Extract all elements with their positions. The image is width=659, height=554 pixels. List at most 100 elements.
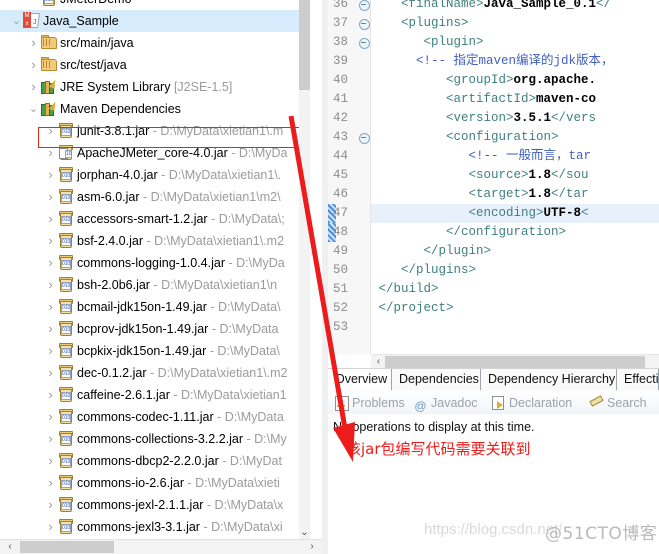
code-token-cmt: <!-- 指定maven编译的jdk版本， bbox=[416, 54, 614, 68]
chevron-right-icon[interactable]: › bbox=[44, 186, 57, 208]
view-tab-bar[interactable]: Problems @ Javadoc Declaration Search bbox=[328, 391, 659, 415]
tree-row[interactable]: 010 JMeterDemo bbox=[0, 0, 310, 10]
tree-row[interactable]: › 010 bcmail-jdk15on-1.49.jar - D:\MyData\ bbox=[0, 296, 310, 318]
fold-toggle-icon[interactable] bbox=[359, 0, 370, 11]
chevron-down-icon[interactable]: ⌄ bbox=[299, 526, 310, 540]
tree-row[interactable]: › 010 commons-collections-3.2.2.jar - D:\M… bbox=[0, 428, 310, 450]
chevron-down-icon[interactable]: ⌄ bbox=[10, 10, 23, 32]
tree-row[interactable]: › JRE System Library [J2SE-1.5] bbox=[0, 76, 310, 98]
editor-horizontal-scroll-thumb[interactable] bbox=[385, 356, 645, 368]
tree-row[interactable]: › 010 junit-3.8.1.jar - D:\MyData\xietian1… bbox=[0, 120, 310, 142]
tree-row-path: D:\MyData\ bbox=[217, 344, 280, 358]
tree-row[interactable]: › 010 commons-codec-1.11.jar - D:\MyData bbox=[0, 406, 310, 428]
package-explorer-panel[interactable]: 010JMeterDemo⌄MxJJava_Sample›src/main/ja… bbox=[0, 0, 322, 554]
chevron-right-icon[interactable]: › bbox=[44, 252, 57, 274]
fold-toggle-icon[interactable] bbox=[359, 38, 370, 49]
tree-row-label: Maven Dependencies bbox=[60, 102, 181, 116]
chevron-right-icon[interactable]: › bbox=[44, 428, 57, 450]
tree-horizontal-scroll-thumb[interactable] bbox=[20, 541, 114, 553]
tree-row[interactable]: › 010 caffeine-2.6.1.jar - D:\MyData\xieti… bbox=[0, 384, 310, 406]
tree-row[interactable]: › 010 commons-jexl-2.1.1.jar - D:\MyData\x bbox=[0, 494, 310, 516]
form-tab-effecti[interactable]: Effecti bbox=[617, 369, 659, 390]
code-line: </build> bbox=[371, 280, 439, 299]
chevron-right-icon[interactable]: › bbox=[44, 516, 57, 538]
tree-row[interactable]: › 010 commons-jexl3-3.1.jar - D:\MyData\xi bbox=[0, 516, 310, 538]
tree-vertical-scroll-thumb[interactable] bbox=[299, 0, 310, 90]
chevron-right-icon[interactable]: › bbox=[44, 472, 57, 494]
tree-row[interactable]: › 010 accessors-smart-1.2.jar - D:\MyData\… bbox=[0, 208, 310, 230]
tree-horizontal-scrollbar[interactable]: ‹ › bbox=[0, 539, 322, 554]
tree-row[interactable]: › 010 commons-io-2.6.jar - D:\MyData\xieti bbox=[0, 472, 310, 494]
editor-horizontal-scrollbar[interactable]: ‹ bbox=[371, 354, 659, 368]
chevron-right-icon[interactable]: › bbox=[27, 32, 40, 54]
chevron-right-icon[interactable]: › bbox=[44, 340, 57, 362]
tree-row-label: ApacheJMeter_core-4.0.jar bbox=[77, 146, 228, 160]
line-number: 52 bbox=[332, 301, 348, 315]
form-tab-dependency-hierarchy[interactable]: Dependency Hierarchy bbox=[481, 369, 617, 390]
form-tab-dependencies[interactable]: Dependencies bbox=[392, 369, 481, 390]
fold-toggle-icon[interactable] bbox=[359, 133, 370, 144]
tree-row[interactable]: › 010 commons-dbcp2-2.2.0.jar - D:\MyDat bbox=[0, 450, 310, 472]
tree-row[interactable]: › 010 bcprov-jdk15on-1.49.jar - D:\MyData bbox=[0, 318, 310, 340]
code-token-tag: <encoding> bbox=[468, 206, 544, 220]
chevron-right-icon[interactable]: › bbox=[44, 494, 57, 516]
code-line: </configuration> bbox=[371, 223, 566, 242]
scroll-left-icon[interactable]: ‹ bbox=[3, 540, 17, 554]
csdn-watermark: https://blog.csdn.net/ bbox=[424, 521, 563, 538]
tree-row-label: commons-jexl-2.1.1.jar bbox=[77, 498, 204, 512]
chevron-right-icon[interactable]: › bbox=[44, 450, 57, 472]
chevron-right-icon[interactable]: › bbox=[27, 76, 40, 98]
view-tab-declaration[interactable]: Declaration bbox=[491, 393, 572, 413]
tree-vertical-scrollbar[interactable] bbox=[299, 0, 310, 540]
xml-source-editor[interactable]: 36 37 38 39 40 41 42 43 44 45 46 47 48 49 50 51 52 53 <fi… bbox=[328, 0, 659, 368]
tree-row[interactable]: › 010 dec-0.1.2.jar - D:\MyData\xietian1\.… bbox=[0, 362, 310, 384]
tree-row[interactable]: › 010 bsh-2.0b6.jar - D:\MyData\xietian1\n bbox=[0, 274, 310, 296]
tree-row[interactable]: › 10 ApacheJMeter_core-4.0.jar - D:\MyDa bbox=[0, 142, 310, 164]
view-tab-problems[interactable]: Problems bbox=[334, 393, 405, 413]
chevron-right-icon[interactable]: › bbox=[44, 362, 57, 384]
chevron-right-icon[interactable]: › bbox=[27, 54, 40, 76]
chevron-right-icon[interactable]: › bbox=[44, 120, 57, 142]
chevron-right-icon[interactable]: › bbox=[44, 384, 57, 406]
form-tab-overview[interactable]: Overview bbox=[328, 369, 392, 390]
line-number: 53 bbox=[332, 320, 348, 334]
fold-toggle-icon[interactable] bbox=[359, 19, 370, 30]
tree-row[interactable]: › src/test/java bbox=[0, 54, 310, 76]
tree-row-separator: - bbox=[206, 300, 219, 314]
tree-row-separator: - bbox=[243, 432, 255, 446]
chevron-right-icon[interactable]: › bbox=[44, 274, 57, 296]
chevron-right-icon[interactable]: › bbox=[44, 318, 57, 340]
chevron-right-icon[interactable]: › bbox=[44, 142, 57, 164]
tree-row[interactable]: › 010 commons-logging-1.0.4.jar - D:\MyDa bbox=[0, 252, 310, 274]
pom-editor-tab-bar[interactable]: Overview Dependencies Dependency Hierarchy… bbox=[328, 368, 659, 392]
tree-row[interactable]: › 010 jorphan-4.0.jar - D:\MyData\xietian1… bbox=[0, 164, 310, 186]
tree-row[interactable]: ⌄ Maven Dependencies bbox=[0, 98, 310, 120]
tree-row[interactable]: › 010 asm-6.0.jar - D:\MyData\xietian1\m2\ bbox=[0, 186, 310, 208]
jar-icon: 010 bbox=[57, 232, 73, 248]
tree-row-selected[interactable]: ⌄ Mx J Java_Sample bbox=[0, 10, 310, 32]
tree-row-path: D:\MyData\xi bbox=[211, 520, 283, 534]
code-token-tag: </plugins> bbox=[401, 263, 477, 277]
line-number: 46 bbox=[332, 187, 348, 201]
tree-row-path: D:\MyData\xietian1\. bbox=[168, 168, 282, 182]
code-line: <plugin> bbox=[371, 33, 484, 52]
tree-row-path: D:\MyData\xietian1\m2\ bbox=[150, 190, 281, 204]
chevron-down-icon[interactable]: ⌄ bbox=[27, 98, 40, 120]
tree-row[interactable]: › src/main/java bbox=[0, 32, 310, 54]
chevron-right-icon[interactable]: › bbox=[44, 230, 57, 252]
code-token-tag: </build> bbox=[378, 282, 439, 296]
chevron-right-icon[interactable]: › bbox=[44, 406, 57, 428]
scroll-right-icon[interactable]: › bbox=[305, 540, 319, 554]
chevron-right-icon[interactable]: › bbox=[44, 164, 57, 186]
view-tab-javadoc[interactable]: @ Javadoc bbox=[413, 393, 477, 413]
scroll-left-icon[interactable]: ‹ bbox=[372, 355, 385, 368]
chevron-right-icon[interactable]: › bbox=[44, 296, 57, 318]
tree-row[interactable]: › 010 bsf-2.4.0.jar - D:\MyData\xietian1\.… bbox=[0, 230, 310, 252]
tree-row[interactable]: › 010 bcpkix-jdk15on-1.49.jar - D:\MyData\ bbox=[0, 340, 310, 362]
jar-icon: 010 bbox=[40, 0, 56, 6]
view-tab-search[interactable]: Search bbox=[589, 393, 647, 413]
code-text-area[interactable]: <finalName>Java_Sample_0.1</ <plugins> <pl… bbox=[371, 0, 659, 354]
tree-row-label: src/test/java bbox=[60, 58, 127, 72]
tree-row-label: accessors-smart-1.2.jar bbox=[77, 212, 208, 226]
chevron-right-icon[interactable]: › bbox=[44, 208, 57, 230]
